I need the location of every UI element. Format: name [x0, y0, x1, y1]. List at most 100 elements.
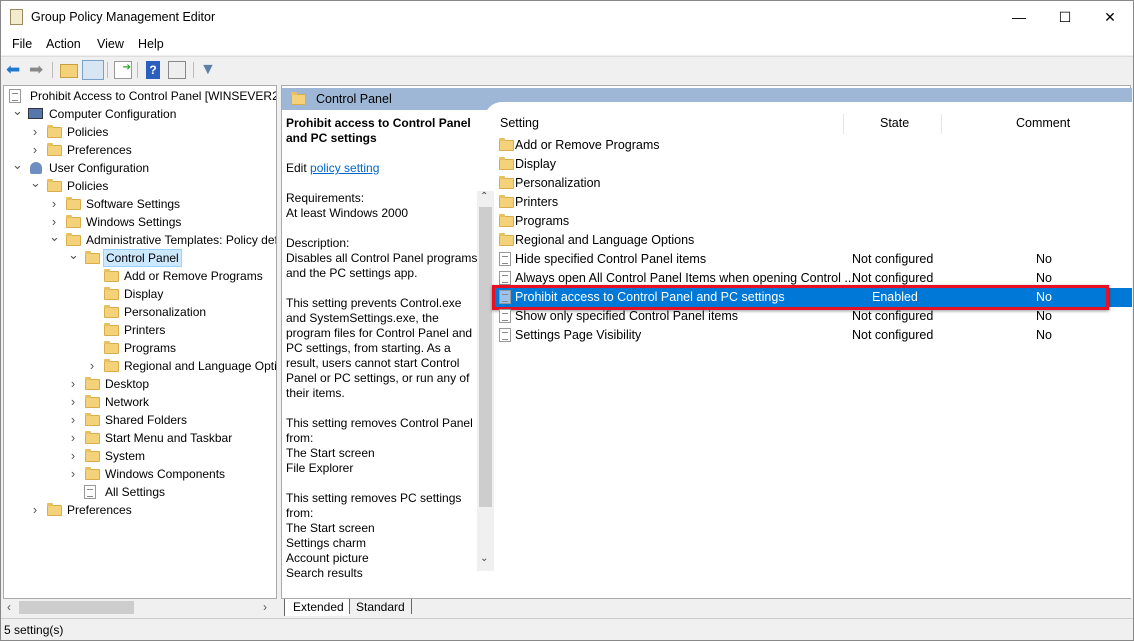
- description-pane: Prohibit access to Control Panel and PC …: [286, 116, 481, 596]
- scroll-up-arrow[interactable]: ⌃: [480, 191, 488, 202]
- setting-row[interactable]: Printers: [495, 193, 1132, 212]
- column-setting[interactable]: Setting: [500, 116, 539, 130]
- setting-row[interactable]: Settings Page Visibility Not configured No: [495, 326, 1132, 345]
- folder-icon: [85, 377, 100, 390]
- tree-item[interactable]: Personalization: [4, 303, 276, 321]
- chevron-right-icon[interactable]: ›: [87, 357, 97, 375]
- tree-item-label: Desktop: [105, 377, 150, 391]
- setting-row[interactable]: Programs: [495, 212, 1132, 231]
- tree-item[interactable]: › Preferences: [4, 501, 276, 519]
- chevron-right-icon[interactable]: ›: [68, 429, 78, 447]
- column-state[interactable]: State: [880, 116, 909, 130]
- tree-item-label: Display: [124, 287, 164, 301]
- chevron-down-icon[interactable]: ⌄: [30, 174, 41, 192]
- setting-row[interactable]: Regional and Language Options: [495, 231, 1132, 250]
- back-icon[interactable]: ⬅: [6, 61, 24, 79]
- tree-item-label: Administrative Templates: Policy definit…: [86, 233, 276, 247]
- tab-standard[interactable]: Standard: [349, 599, 412, 614]
- setting-row[interactable]: Hide specified Control Panel items Not co…: [495, 250, 1132, 269]
- up-folder-icon[interactable]: [60, 64, 78, 78]
- scroll-thumb[interactable]: [19, 601, 134, 614]
- tree-item[interactable]: Display: [4, 285, 276, 303]
- tree-item[interactable]: ⌄ Administrative Templates: Policy defini…: [4, 228, 276, 249]
- description-line: File Explorer: [286, 461, 354, 475]
- maximize-button[interactable]: ☐: [1042, 1, 1088, 33]
- app-icon: [10, 9, 23, 25]
- chevron-right-icon[interactable]: ›: [68, 465, 78, 483]
- menu-action[interactable]: Action: [46, 37, 81, 51]
- tree-item[interactable]: All Settings: [4, 483, 276, 501]
- tree-item[interactable]: ⌄ Computer Configuration: [4, 102, 276, 123]
- help-icon[interactable]: ?: [146, 61, 160, 79]
- setting-name: Personalization: [515, 176, 601, 190]
- menu-help[interactable]: Help: [138, 37, 164, 51]
- tree-item[interactable]: › Software Settings: [4, 195, 276, 213]
- folder-icon: [47, 143, 62, 156]
- chevron-right-icon[interactable]: ›: [68, 375, 78, 393]
- chevron-right-icon[interactable]: ›: [68, 411, 78, 429]
- tab-extended[interactable]: Extended: [284, 599, 350, 616]
- tree-item-label: Windows Settings: [86, 215, 182, 229]
- description-label: Description:: [286, 236, 350, 250]
- chevron-right-icon[interactable]: ›: [30, 141, 40, 159]
- forward-icon[interactable]: ➡: [29, 61, 47, 79]
- chevron-down-icon[interactable]: ⌄: [12, 102, 23, 120]
- folder-icon: [499, 157, 514, 170]
- tree-item[interactable]: › Policies: [4, 123, 276, 141]
- tree-item[interactable]: › Start Menu and Taskbar: [4, 429, 276, 447]
- edit-policy-setting-link[interactable]: policy setting: [310, 161, 379, 175]
- tree-item[interactable]: Programs: [4, 339, 276, 357]
- scroll-right-arrow[interactable]: ›: [263, 600, 267, 614]
- tree-horizontal-scrollbar[interactable]: ‹ ›: [3, 599, 277, 616]
- tree-item[interactable]: ⌄ Policies: [4, 174, 276, 195]
- setting-row[interactable]: Personalization: [495, 174, 1132, 193]
- content-pane: Control Panel Prohibit access to Control…: [281, 85, 1132, 599]
- tree-item[interactable]: › Preferences: [4, 141, 276, 159]
- show-action-pane-icon[interactable]: [168, 61, 186, 79]
- scroll-left-arrow[interactable]: ‹: [7, 600, 11, 614]
- menu-file[interactable]: File: [12, 37, 32, 51]
- export-list-icon[interactable]: ➔: [114, 61, 132, 79]
- chevron-right-icon[interactable]: ›: [30, 123, 40, 141]
- chevron-right-icon[interactable]: ›: [30, 501, 40, 519]
- setting-row[interactable]: Show only specified Control Panel items N…: [495, 307, 1132, 326]
- tree-item[interactable]: › System: [4, 447, 276, 465]
- description-line: Search results: [286, 566, 363, 580]
- folder-icon: [499, 195, 514, 208]
- chevron-down-icon[interactable]: ⌄: [12, 156, 23, 174]
- chevron-down-icon[interactable]: ⌄: [49, 228, 60, 246]
- tree-item[interactable]: ⌄ Control Panel: [4, 246, 276, 267]
- all-settings-icon: [84, 485, 96, 499]
- tree-item[interactable]: Prohibit Access to Control Panel [WINSEV…: [4, 87, 276, 105]
- setting-row[interactable]: Add or Remove Programs: [495, 136, 1132, 155]
- tree-item[interactable]: › Windows Components: [4, 465, 276, 483]
- tree-item[interactable]: › Shared Folders: [4, 411, 276, 429]
- scroll-down-arrow[interactable]: ⌄: [480, 553, 488, 564]
- chevron-down-icon[interactable]: ⌄: [68, 246, 79, 264]
- chevron-right-icon[interactable]: ›: [68, 447, 78, 465]
- chevron-right-icon[interactable]: ›: [68, 393, 78, 411]
- tree-item[interactable]: › Regional and Language Options: [4, 357, 276, 375]
- filter-icon[interactable]: ▼: [200, 61, 218, 79]
- column-comment[interactable]: Comment: [1016, 116, 1070, 130]
- tree-item[interactable]: › Desktop: [4, 375, 276, 393]
- tree-item-label: Start Menu and Taskbar: [105, 431, 233, 445]
- tree-item[interactable]: › Network: [4, 393, 276, 411]
- pane-header-title: Control Panel: [316, 92, 392, 106]
- menu-view[interactable]: View: [97, 37, 124, 51]
- show-hide-tree-icon[interactable]: [82, 60, 104, 80]
- close-button[interactable]: ✕: [1087, 1, 1133, 33]
- scroll-thumb[interactable]: [479, 207, 492, 507]
- setting-name: Hide specified Control Panel items: [515, 252, 707, 266]
- tree-item-label: User Configuration: [49, 161, 150, 175]
- folder-icon: [499, 214, 514, 227]
- tree-item[interactable]: ⌄ User Configuration: [4, 156, 276, 177]
- setting-row[interactable]: Display: [495, 155, 1132, 174]
- minimize-button[interactable]: —: [996, 1, 1042, 33]
- chevron-right-icon[interactable]: ›: [49, 195, 59, 213]
- setting-row[interactable]: Prohibit access to Control Panel and PC …: [492, 285, 1132, 310]
- description-scrollbar[interactable]: ⌃ ⌄: [477, 191, 494, 571]
- tree-item[interactable]: › Windows Settings: [4, 213, 276, 231]
- tree-item[interactable]: Printers: [4, 321, 276, 339]
- tree-item[interactable]: Add or Remove Programs: [4, 267, 276, 285]
